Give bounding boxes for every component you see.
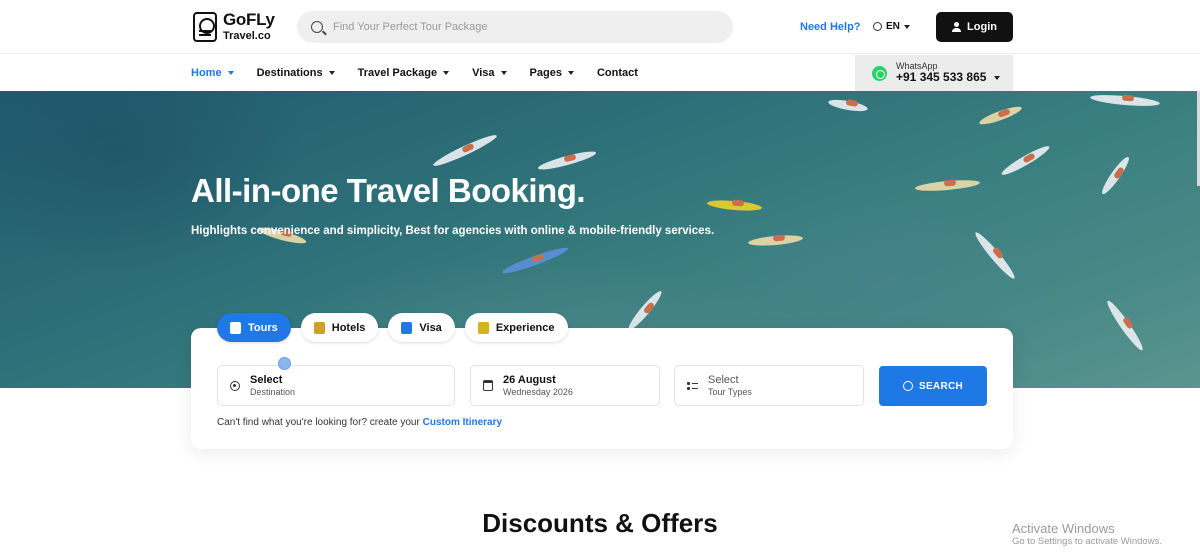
activity-icon bbox=[477, 321, 489, 334]
nav-item-label: Contact bbox=[596, 67, 638, 79]
surfboard bbox=[972, 229, 1018, 282]
tab-hotels[interactable]: Hotels bbox=[300, 313, 379, 342]
calendar-icon bbox=[483, 380, 493, 391]
surfer bbox=[772, 234, 785, 242]
booking-card: Select Destination 26 August Wednesday 2… bbox=[191, 328, 1013, 449]
language-selector[interactable]: EN bbox=[873, 21, 910, 32]
tab-experience[interactable]: Experience bbox=[464, 313, 568, 342]
date-day: Wednesday 2026 bbox=[503, 386, 573, 397]
nav-item-travel-package[interactable]: Travel Package bbox=[358, 67, 450, 79]
surfer bbox=[1121, 94, 1134, 102]
location-pin-icon bbox=[230, 380, 240, 391]
tab-label: Experience bbox=[495, 321, 555, 334]
cursor-indicator bbox=[278, 357, 291, 370]
language-label: EN bbox=[886, 21, 900, 32]
tab-visa[interactable]: Visa bbox=[388, 313, 455, 342]
logo-subtitle: Travel.co bbox=[223, 30, 271, 42]
globe-icon bbox=[873, 22, 882, 31]
destination-value: Select bbox=[250, 373, 283, 386]
nav-item-home[interactable]: Home bbox=[191, 67, 234, 79]
search-button[interactable]: SEARCH bbox=[879, 366, 987, 406]
tab-label: Visa bbox=[419, 321, 442, 334]
tour-type-value: Select bbox=[708, 373, 739, 386]
chevron-down-icon bbox=[227, 71, 234, 75]
whatsapp-icon bbox=[872, 65, 887, 81]
need-help-link[interactable]: Need Help? bbox=[800, 21, 861, 33]
chevron-down-icon bbox=[903, 24, 910, 29]
header-search bbox=[297, 11, 733, 43]
list-icon bbox=[687, 381, 698, 391]
nav-item-label: Visa bbox=[472, 67, 495, 79]
passport-logo-icon bbox=[193, 11, 217, 42]
whatsapp-number-text: +91 345 533 865 bbox=[896, 70, 987, 85]
booking-tabs: Tours Hotels Visa Experience bbox=[217, 313, 568, 342]
search-button-label: SEARCH bbox=[918, 380, 964, 392]
tour-type-field[interactable]: Select Tour Types bbox=[674, 365, 864, 406]
passport-icon bbox=[401, 321, 413, 334]
bed-icon bbox=[313, 321, 325, 334]
custom-itinerary-hint: Can't find what you're looking for? crea… bbox=[217, 417, 502, 428]
chevron-down-icon[interactable] bbox=[994, 76, 1001, 81]
search-icon bbox=[902, 381, 913, 391]
watermark-line-1: Activate Windows bbox=[1012, 521, 1115, 536]
login-button[interactable]: Login bbox=[936, 12, 1013, 42]
destination-field[interactable]: Select Destination bbox=[217, 365, 455, 406]
chevron-down-icon bbox=[500, 71, 507, 75]
tab-label: Hotels bbox=[331, 321, 366, 334]
chevron-down-icon bbox=[443, 71, 450, 75]
page: GoFLy Travel.co Need Help? EN Login Home… bbox=[0, 0, 1200, 552]
date-value: 26 August bbox=[503, 373, 556, 386]
whatsapp-number: +91 345 533 865 bbox=[896, 70, 1001, 85]
nav-item-label: Destinations bbox=[256, 67, 323, 79]
nav-item-destinations[interactable]: Destinations bbox=[257, 67, 335, 79]
search-input[interactable] bbox=[333, 21, 693, 33]
tour-type-label: Tour Types bbox=[708, 386, 752, 397]
nav-item-pages[interactable]: Pages bbox=[530, 67, 574, 79]
nav-item-label: Pages bbox=[529, 67, 562, 79]
logo-name: GoFLy bbox=[223, 10, 275, 29]
watermark-line-2: Go to Settings to activate Windows. bbox=[1012, 535, 1162, 547]
tab-tours[interactable]: Tours bbox=[217, 313, 291, 342]
main-nav: Home Destinations Travel Package Visa Pages C… bbox=[0, 55, 1200, 91]
surfboard bbox=[1104, 298, 1146, 353]
nav-item-contact[interactable]: Contact bbox=[597, 67, 638, 79]
nav-item-label: Home bbox=[191, 67, 222, 79]
nav-item-label: Travel Package bbox=[357, 67, 438, 79]
hero-subtitle: Highlights convenience and simplicity, B… bbox=[191, 225, 715, 237]
nav-item-visa[interactable]: Visa bbox=[472, 67, 507, 79]
login-label: Login bbox=[967, 21, 997, 33]
tab-label: Tours bbox=[248, 321, 278, 334]
chevron-down-icon bbox=[567, 71, 574, 75]
date-field[interactable]: 26 August Wednesday 2026 bbox=[470, 365, 660, 406]
logo[interactable]: GoFLy Travel.co bbox=[193, 11, 275, 42]
chevron-down-icon bbox=[328, 71, 335, 75]
custom-itinerary-link[interactable]: Custom Itinerary bbox=[423, 417, 502, 428]
surfer bbox=[731, 199, 744, 207]
hint-text: Can't find what you're looking for? crea… bbox=[217, 417, 420, 428]
windows-activation-watermark: Activate Windows Go to Settings to activ… bbox=[1012, 521, 1162, 548]
hero-title: All-in-one Travel Booking. bbox=[191, 172, 586, 209]
luggage-icon bbox=[230, 321, 241, 334]
user-icon bbox=[952, 22, 962, 32]
destination-label: Destination bbox=[250, 386, 296, 397]
search-icon[interactable] bbox=[311, 21, 323, 33]
whatsapp-contact[interactable]: WhatsApp +91 345 533 865 bbox=[855, 55, 1013, 91]
top-bar: GoFLy Travel.co Need Help? EN Login bbox=[0, 0, 1200, 54]
